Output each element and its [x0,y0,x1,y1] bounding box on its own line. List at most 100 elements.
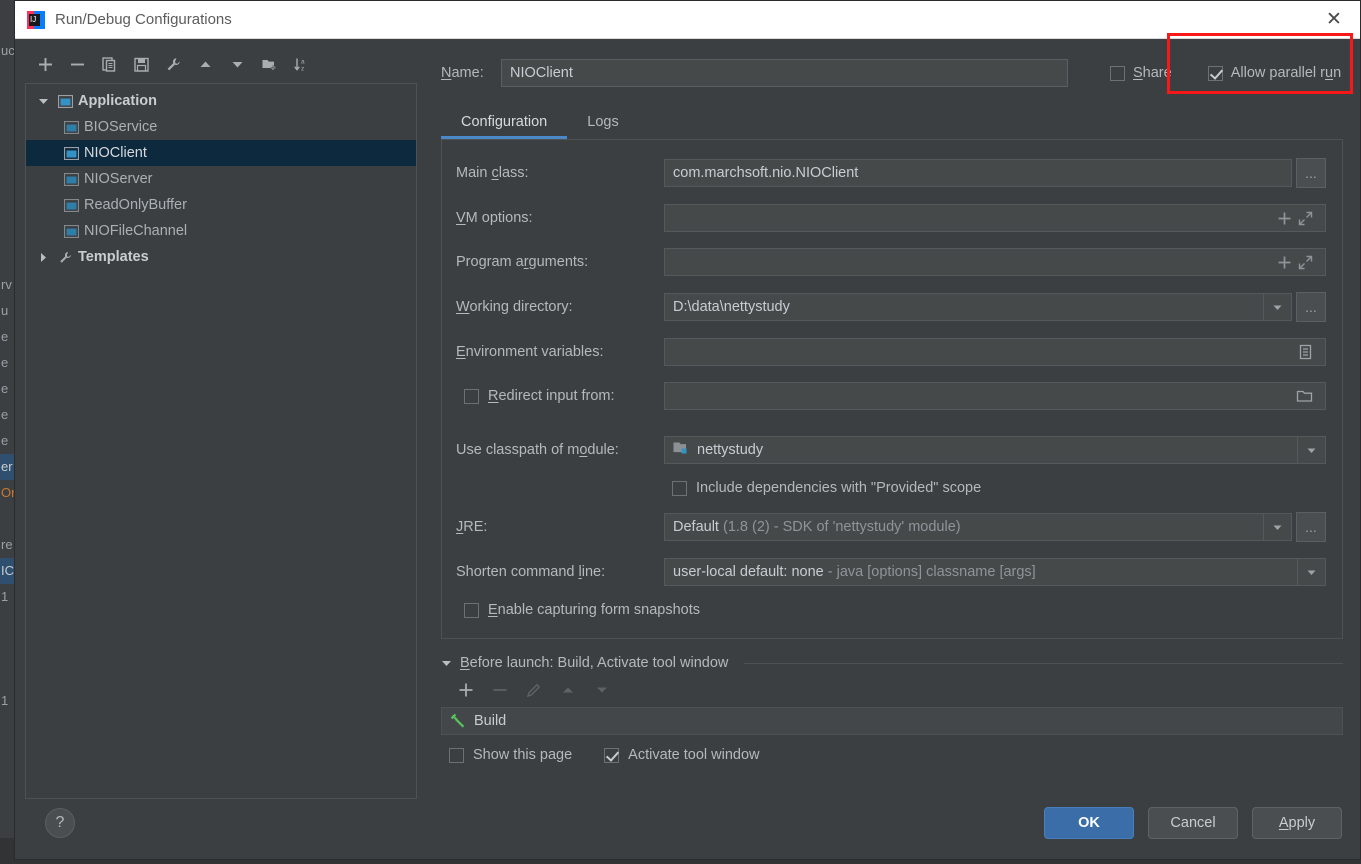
show-this-page-checkbox[interactable]: Show this page [449,747,572,763]
cancel-button[interactable]: Cancel [1148,807,1238,839]
plus-icon[interactable] [1277,255,1292,270]
move-task-up-button[interactable] [551,676,585,704]
before-launch-divider [744,662,1343,664]
add-before-launch-task-button[interactable] [449,676,483,704]
redirect-input-field[interactable] [664,382,1326,410]
move-down-button[interactable] [221,50,253,78]
name-input[interactable]: NIOClient [501,59,1068,87]
close-icon[interactable]: ✕ [1308,1,1360,39]
environment-variables-input[interactable] [664,338,1326,366]
enable-capturing-checkbox-box[interactable] [464,602,479,618]
main-class-browse-button[interactable]: ... [1296,158,1326,188]
share-checkbox[interactable]: Share [1110,65,1172,81]
application-icon [60,172,82,186]
apply-button[interactable]: Apply [1252,807,1342,839]
working-directory-combo[interactable]: D:\data\nettystudy [664,293,1292,321]
jre-value: Default (1.8 (2) - SDK of 'nettystudy' m… [665,519,1263,535]
tree-node-niofilechannel[interactable]: NIOFileChannel [26,218,416,244]
before-launch-options: Show this page Activate tool window [449,747,1343,763]
working-directory-browse-button[interactable]: ... [1296,292,1326,322]
intellij-idea-icon: IJ [27,10,45,29]
chevron-down-icon[interactable] [1297,559,1325,585]
edit-before-launch-task-button[interactable] [517,676,551,704]
chevron-down-icon[interactable] [1297,437,1325,463]
redirect-input-checkbox[interactable]: Redirect input from: [456,388,664,404]
sort-alphabetical-icon[interactable]: a z [285,50,317,78]
wrench-icon [54,250,76,265]
before-launch-section: Before launch: Build, Activate tool wind… [441,655,1343,763]
chevron-right-icon[interactable] [32,252,54,263]
before-launch-toolbar [449,675,1343,705]
tree-node-label: Templates [78,249,149,265]
show-this-page-checkbox-box[interactable] [449,747,464,763]
tree-node-nioserver[interactable]: NIOServer [26,166,416,192]
tree-node-nioclient[interactable]: NIOClient [26,140,416,166]
save-configuration-button[interactable] [125,50,157,78]
folder-icon[interactable] [1296,389,1313,403]
list-icon[interactable] [1298,344,1313,360]
configurations-toolbar: a z [25,49,427,79]
copy-configuration-button[interactable] [93,50,125,78]
dialog-buttons: OK Cancel Apply [1044,807,1342,839]
tree-node-application[interactable]: Application [26,88,416,114]
remove-configuration-button[interactable] [61,50,93,78]
activate-tool-window-checkbox-box[interactable] [604,747,620,763]
program-arguments-input[interactable] [664,248,1326,276]
include-provided-checkbox-box[interactable] [672,480,687,496]
chevron-down-icon[interactable] [441,658,452,669]
jre-combo[interactable]: Default (1.8 (2) - SDK of 'nettystudy' m… [664,513,1292,541]
chevron-down-icon[interactable] [32,96,54,107]
tree-node-readonlybuffer[interactable]: ReadOnlyBuffer [26,192,416,218]
enable-capturing-label: Enable capturing form snapshots [488,602,700,618]
before-launch-header[interactable]: Before launch: Build, Activate tool wind… [441,655,1343,671]
working-directory-input[interactable]: D:\data\nettystudy [665,299,1263,315]
tab-configuration[interactable]: Configuration [441,105,568,139]
shorten-value-strong: user-local default: none [673,564,824,580]
ok-button[interactable]: OK [1044,807,1134,839]
use-classpath-value: nettystudy [665,441,1297,459]
expand-icon[interactable] [1298,255,1313,270]
use-classpath-module-name: nettystudy [697,442,764,458]
application-icon [54,94,76,108]
chevron-down-icon[interactable] [1263,514,1291,540]
application-icon [60,224,82,238]
wrench-icon[interactable] [157,50,189,78]
before-launch-task-row[interactable]: Build [441,707,1343,735]
move-up-button[interactable] [189,50,221,78]
jre-browse-button[interactable]: ... [1296,512,1326,542]
configurations-tree[interactable]: Application BIOService NIOClient NIOServ… [25,83,417,799]
remove-before-launch-task-button[interactable] [483,676,517,704]
tab-logs[interactable]: Logs [567,105,638,139]
module-icon [673,441,689,459]
redirect-input-checkbox-box[interactable] [464,388,479,404]
add-configuration-button[interactable] [29,50,61,78]
include-provided-checkbox[interactable]: Include dependencies with "Provided" sco… [672,480,1326,496]
allow-parallel-run-checkbox-box[interactable] [1207,65,1223,81]
jre-value-strong: Default [673,519,719,535]
plus-icon[interactable] [1277,211,1292,226]
build-hammer-icon [450,713,466,729]
environment-variables-row: Environment variables: [456,338,1326,366]
shorten-command-line-combo[interactable]: user-local default: none - java [options… [664,558,1326,586]
redirect-input-row: Redirect input from: [456,382,1326,410]
tree-node-templates[interactable]: Templates [26,244,416,270]
application-icon [60,146,82,160]
move-task-down-button[interactable] [585,676,619,704]
share-label: Share [1133,65,1172,81]
expand-icon[interactable] [1298,211,1313,226]
include-provided-label: Include dependencies with "Provided" sco… [696,480,982,496]
activate-tool-window-checkbox[interactable]: Activate tool window [604,747,760,763]
configuration-tab-panel: Main class: com.marchsoft.nio.NIOClient … [441,139,1343,639]
tree-node-label: NIOFileChannel [84,223,188,239]
allow-parallel-run-checkbox[interactable]: Allow parallel run [1207,65,1341,81]
share-checkbox-box[interactable] [1110,65,1125,81]
help-button[interactable]: ? [45,808,75,838]
new-folder-button[interactable] [253,50,285,78]
main-class-input[interactable]: com.marchsoft.nio.NIOClient [664,159,1292,187]
use-classpath-combo[interactable]: nettystudy [664,436,1326,464]
shorten-command-line-row: Shorten command line: user-local default… [456,558,1326,586]
vm-options-input[interactable] [664,204,1326,232]
enable-capturing-checkbox[interactable]: Enable capturing form snapshots [464,602,1326,618]
tree-node-bioservice[interactable]: BIOService [26,114,416,140]
chevron-down-icon[interactable] [1263,294,1291,320]
